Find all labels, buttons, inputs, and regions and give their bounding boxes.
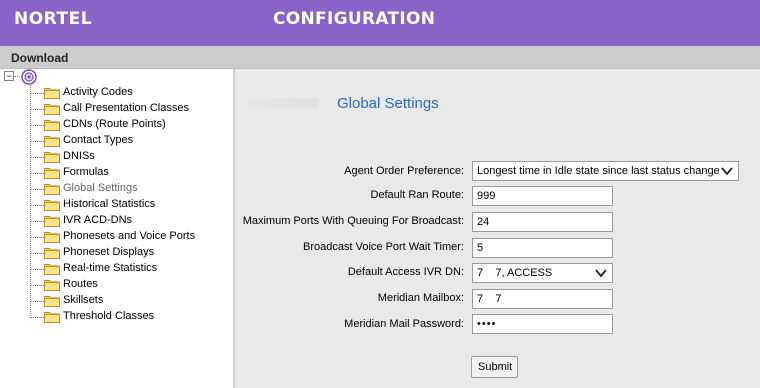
tree-connector xyxy=(31,221,44,222)
folder-icon xyxy=(44,246,60,262)
tree-item-label: DNISs xyxy=(63,150,95,162)
tree-item-contact-types[interactable]: Contact Types xyxy=(31,133,231,149)
folder-icon xyxy=(44,102,60,118)
folder-icon xyxy=(44,118,60,134)
tree-connector xyxy=(31,205,44,206)
folder-icon xyxy=(44,150,60,166)
tree-item-label: Phoneset Displays xyxy=(63,246,155,258)
tree-item-threshold-classes[interactable]: Threshold Classes xyxy=(31,309,231,325)
tree-connector xyxy=(31,317,44,318)
tree-item-real-time-statistics[interactable]: Real-time Statistics xyxy=(31,261,231,277)
tree-item-cdns-route-points[interactable]: CDNs (Route Points) xyxy=(31,117,231,133)
agent-order-label: Agent Order Preference: xyxy=(344,165,464,177)
meridian-password-input[interactable] xyxy=(472,314,613,334)
tree-connector xyxy=(31,301,44,302)
meridian-password-label: Meridian Mail Password: xyxy=(344,318,464,330)
tree-connector xyxy=(31,93,44,94)
max-ports-input[interactable] xyxy=(472,212,613,232)
meridian-mailbox-input[interactable] xyxy=(472,289,613,309)
tree-item-label: Call Presentation Classes xyxy=(63,102,189,114)
max-ports-label: Maximum Ports With Queuing For Broadcast… xyxy=(242,215,464,227)
app-title: CONFIGURATION xyxy=(273,9,436,29)
default-ivr-dn-value: 7 7, ACCESS xyxy=(477,267,553,279)
tree-item-label: Threshold Classes xyxy=(63,310,155,322)
tree-item-label: Real-time Statistics xyxy=(63,262,158,274)
tree-connector xyxy=(31,189,44,190)
folder-icon xyxy=(44,198,60,214)
tree-item-formulas[interactable]: Formulas xyxy=(31,165,231,181)
tree-connector xyxy=(31,253,44,254)
tree-item-label: CDNs (Route Points) xyxy=(63,118,166,130)
tree-connector xyxy=(31,109,44,110)
tree-item-label: Phonesets and Voice Ports xyxy=(63,230,196,242)
root-target-icon[interactable] xyxy=(21,69,37,85)
tree-item-label: Activity Codes xyxy=(63,86,133,98)
agent-order-value: Longest time in Idle state since last st… xyxy=(477,165,720,177)
folder-icon xyxy=(44,294,60,310)
folder-icon xyxy=(44,166,60,182)
tree-item-label: Historical Statistics xyxy=(63,198,156,210)
tree-item-skillsets[interactable]: Skillsets xyxy=(31,293,231,309)
chevron-down-icon xyxy=(721,167,733,176)
tree-connector xyxy=(31,157,44,158)
tree-item-label: Contact Types xyxy=(63,134,134,146)
folder-icon xyxy=(44,278,60,294)
page-title: Global Settings xyxy=(337,95,439,112)
tree-item-routes[interactable]: Routes xyxy=(31,277,231,293)
tree-item-label: Formulas xyxy=(63,166,109,178)
tree-connector xyxy=(31,125,44,126)
default-ran-route-input[interactable] xyxy=(472,186,613,206)
default-ivr-dn-label: Default Access IVR DN: xyxy=(347,266,464,278)
tree-connector xyxy=(31,173,44,174)
folder-icon xyxy=(44,134,60,150)
broadcast-wait-label: Broadcast Voice Port Wait Timer: xyxy=(303,241,464,253)
meridian-mailbox-label: Meridian Mailbox: xyxy=(377,292,464,304)
collapse-toggle[interactable]: − xyxy=(4,71,14,81)
tree-item-label: IVR ACD-DNs xyxy=(63,214,133,226)
menu-bar: Download xyxy=(0,46,760,69)
tree-item-ivr-acd-dns[interactable]: IVR ACD-DNs xyxy=(31,213,231,229)
tree-item-phoneset-displays[interactable]: Phoneset Displays xyxy=(31,245,231,261)
tree-connector xyxy=(31,141,44,142)
default-ran-route-label: Default Ran Route: xyxy=(370,189,464,201)
default-ivr-dn-select[interactable]: 7 7, ACCESS xyxy=(472,263,613,283)
tree-item-global-settings[interactable]: Global Settings xyxy=(31,181,231,197)
tree-item-phonesets-and-voice-ports[interactable]: Phonesets and Voice Ports xyxy=(31,229,231,245)
folder-icon xyxy=(44,262,60,278)
folder-icon xyxy=(44,230,60,246)
download-menu[interactable]: Download xyxy=(11,51,68,65)
app-header: NORTEL CONFIGURATION xyxy=(0,0,760,46)
tree-connector xyxy=(31,237,44,238)
folder-icon xyxy=(44,214,60,230)
agent-order-select[interactable]: Longest time in Idle state since last st… xyxy=(472,161,739,181)
tree-connector xyxy=(31,269,44,270)
tree-connector xyxy=(14,76,20,77)
chevron-down-icon xyxy=(595,269,607,278)
folder-icon xyxy=(44,86,60,102)
tree-connector xyxy=(31,285,44,286)
title-ghost-icon xyxy=(248,98,318,108)
tree-item-label: Routes xyxy=(63,278,98,290)
tree-item-label: Skillsets xyxy=(63,294,104,306)
submit-button[interactable]: Submit xyxy=(471,356,518,378)
nortel-logo: NORTEL xyxy=(14,9,93,29)
tree-item-dniss[interactable]: DNISs xyxy=(31,149,231,165)
tree-item-label: Global Settings xyxy=(63,182,138,194)
navigation-tree: − Activity Codes Call Presentation Classe… xyxy=(0,69,235,388)
folder-icon xyxy=(44,310,60,326)
folder-icon xyxy=(44,182,60,198)
tree-item-activity-codes[interactable]: Activity Codes xyxy=(31,85,231,101)
tree-item-call-presentation-classes[interactable]: Call Presentation Classes xyxy=(31,101,231,117)
broadcast-wait-input[interactable] xyxy=(472,238,613,258)
tree-item-historical-statistics[interactable]: Historical Statistics xyxy=(31,197,231,213)
